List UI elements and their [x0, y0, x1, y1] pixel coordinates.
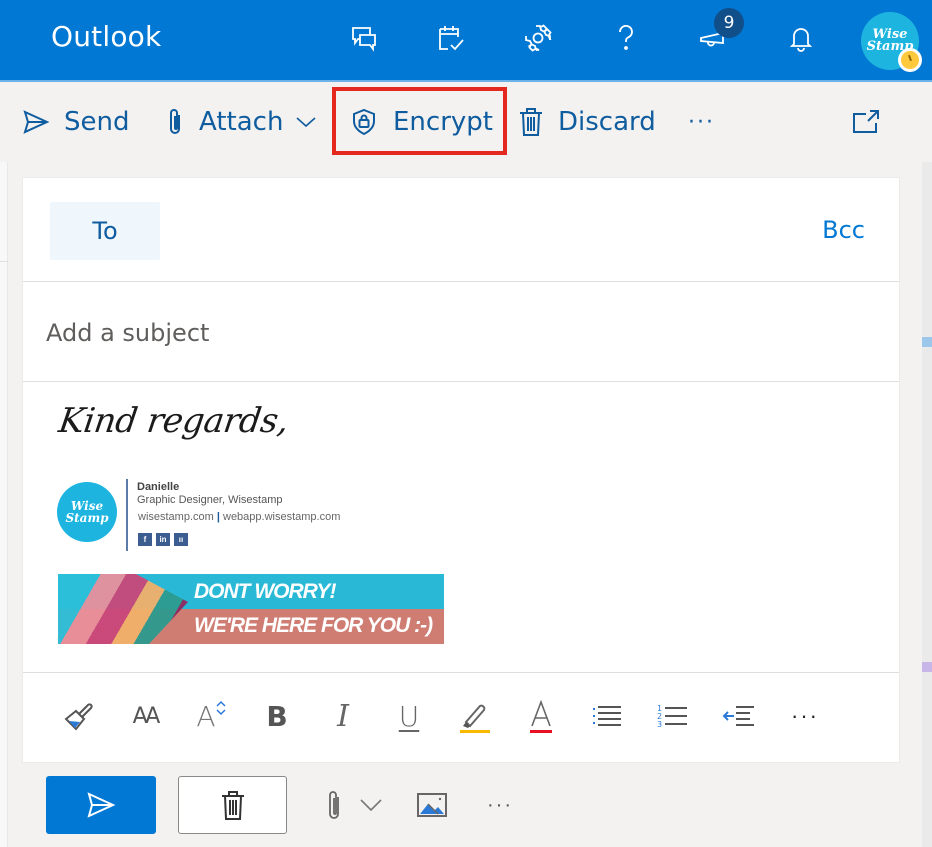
underline-button[interactable]: U — [389, 696, 429, 736]
more-commands-button[interactable]: ··· — [688, 102, 715, 142]
subject-input[interactable] — [46, 313, 846, 353]
grow-shrink-font-button[interactable]: A — [191, 696, 231, 736]
signature-link-website[interactable]: wisestamp.com — [138, 511, 214, 523]
font-color-button[interactable] — [521, 696, 561, 736]
announcement-count-badge: 9 — [714, 8, 744, 38]
bold-icon: B — [266, 699, 288, 733]
highlighter-icon — [460, 704, 490, 733]
font-color-icon — [530, 699, 552, 733]
away-status-icon — [898, 48, 922, 72]
attach-command[interactable]: Attach — [165, 102, 317, 142]
svg-text:3: 3 — [657, 720, 662, 729]
italic-icon: I — [337, 698, 349, 734]
right-pane-edge — [922, 162, 932, 847]
to-recipients-input[interactable] — [183, 208, 783, 252]
encrypt-highlight-annotation — [332, 87, 507, 155]
signature-title: Graphic Designer, Wisestamp — [137, 494, 283, 506]
format-painter-icon[interactable] — [59, 696, 99, 736]
send-command[interactable]: Send — [22, 102, 129, 142]
attach-options-chevron-icon[interactable] — [358, 785, 384, 825]
underline-icon: U — [398, 699, 420, 733]
trash-icon — [221, 791, 244, 820]
signature-logo-line2: Stamp — [65, 511, 109, 525]
app-title[interactable]: Outlook — [51, 20, 161, 53]
compose-form: To Bcc Kind regards, WiseStamp Danielle … — [22, 177, 900, 763]
decrease-indent-button[interactable] — [719, 696, 759, 736]
insert-picture-icon[interactable] — [412, 785, 452, 825]
banner-hands-illustration — [58, 574, 188, 644]
paperclip-icon — [170, 109, 180, 134]
highlight-button[interactable] — [455, 696, 495, 736]
compose-footer: ··· — [22, 763, 900, 847]
discard-button[interactable] — [178, 776, 287, 834]
signature-link-separator: | — [216, 511, 220, 523]
signature-signoff: Kind regards, — [56, 401, 291, 441]
to-button[interactable]: To — [50, 202, 160, 260]
send-icon — [87, 792, 116, 818]
signature-name: Danielle — [137, 481, 180, 493]
send-button[interactable] — [46, 776, 156, 834]
formatting-toolbar: AA A B I U 123 ··· — [23, 674, 899, 764]
left-pane-edge — [0, 162, 8, 847]
calendar-check-icon[interactable] — [430, 18, 470, 58]
attach-label: Attach — [199, 107, 284, 137]
numbering-button[interactable]: 123 — [653, 696, 693, 736]
more-options-button[interactable]: ··· — [480, 785, 520, 825]
pop-out-icon[interactable] — [852, 102, 896, 142]
bold-button[interactable]: B — [257, 696, 297, 736]
facebook-icon[interactable]: f — [138, 533, 152, 546]
signature-divider — [126, 479, 128, 551]
trash-icon — [520, 108, 542, 136]
decrease-indent-icon — [722, 706, 754, 726]
font-size-icon: AA — [132, 703, 161, 729]
discard-label: Discard — [558, 107, 656, 137]
chevron-down-icon[interactable] — [295, 115, 317, 129]
chat-icon[interactable] — [344, 18, 384, 58]
numbered-list-icon: 123 — [657, 704, 687, 729]
chevron-up-down-icon — [216, 700, 226, 716]
grow-font-icon: A — [196, 699, 216, 733]
bcc-link[interactable]: Bcc — [822, 216, 865, 244]
signature-logo: Wise Stamp — [57, 482, 117, 542]
discard-command[interactable]: Discard — [518, 102, 656, 142]
left-pane-divider — [0, 162, 8, 262]
signature-links: wisestamp.com | webapp.wisestamp.com — [138, 511, 340, 523]
attach-file-icon[interactable] — [322, 785, 346, 825]
more-formatting-button[interactable]: ··· — [785, 696, 825, 736]
italic-button[interactable]: I — [323, 696, 363, 736]
social-network-icon[interactable]: ıı — [174, 533, 188, 546]
bulleted-list-icon — [593, 706, 621, 726]
to-row: To Bcc — [23, 178, 899, 282]
help-icon[interactable] — [606, 18, 646, 58]
settings-gear-icon[interactable] — [518, 18, 558, 58]
signature-banner[interactable]: DONT WORRY! WE'RE HERE FOR YOU :-) — [58, 574, 444, 644]
app-header: Outlook 9 Wise Stamp — [0, 0, 932, 80]
send-icon — [23, 110, 50, 134]
banner-line1: DONT WORRY! — [194, 580, 336, 603]
message-body[interactable]: Kind regards, Wise Stamp Danielle Graphic… — [23, 383, 899, 673]
signature-social-icons: f in ıı — [138, 533, 188, 546]
linkedin-icon[interactable]: in — [156, 533, 170, 546]
bullets-button[interactable] — [587, 696, 627, 736]
send-label: Send — [64, 107, 130, 137]
signature-link-webapp[interactable]: webapp.wisestamp.com — [223, 511, 340, 523]
notification-bell-icon[interactable] — [781, 18, 821, 58]
font-size-button[interactable]: AA — [125, 696, 165, 736]
banner-line2: WE'RE HERE FOR YOU :-) — [194, 614, 433, 637]
subject-row — [23, 283, 899, 382]
